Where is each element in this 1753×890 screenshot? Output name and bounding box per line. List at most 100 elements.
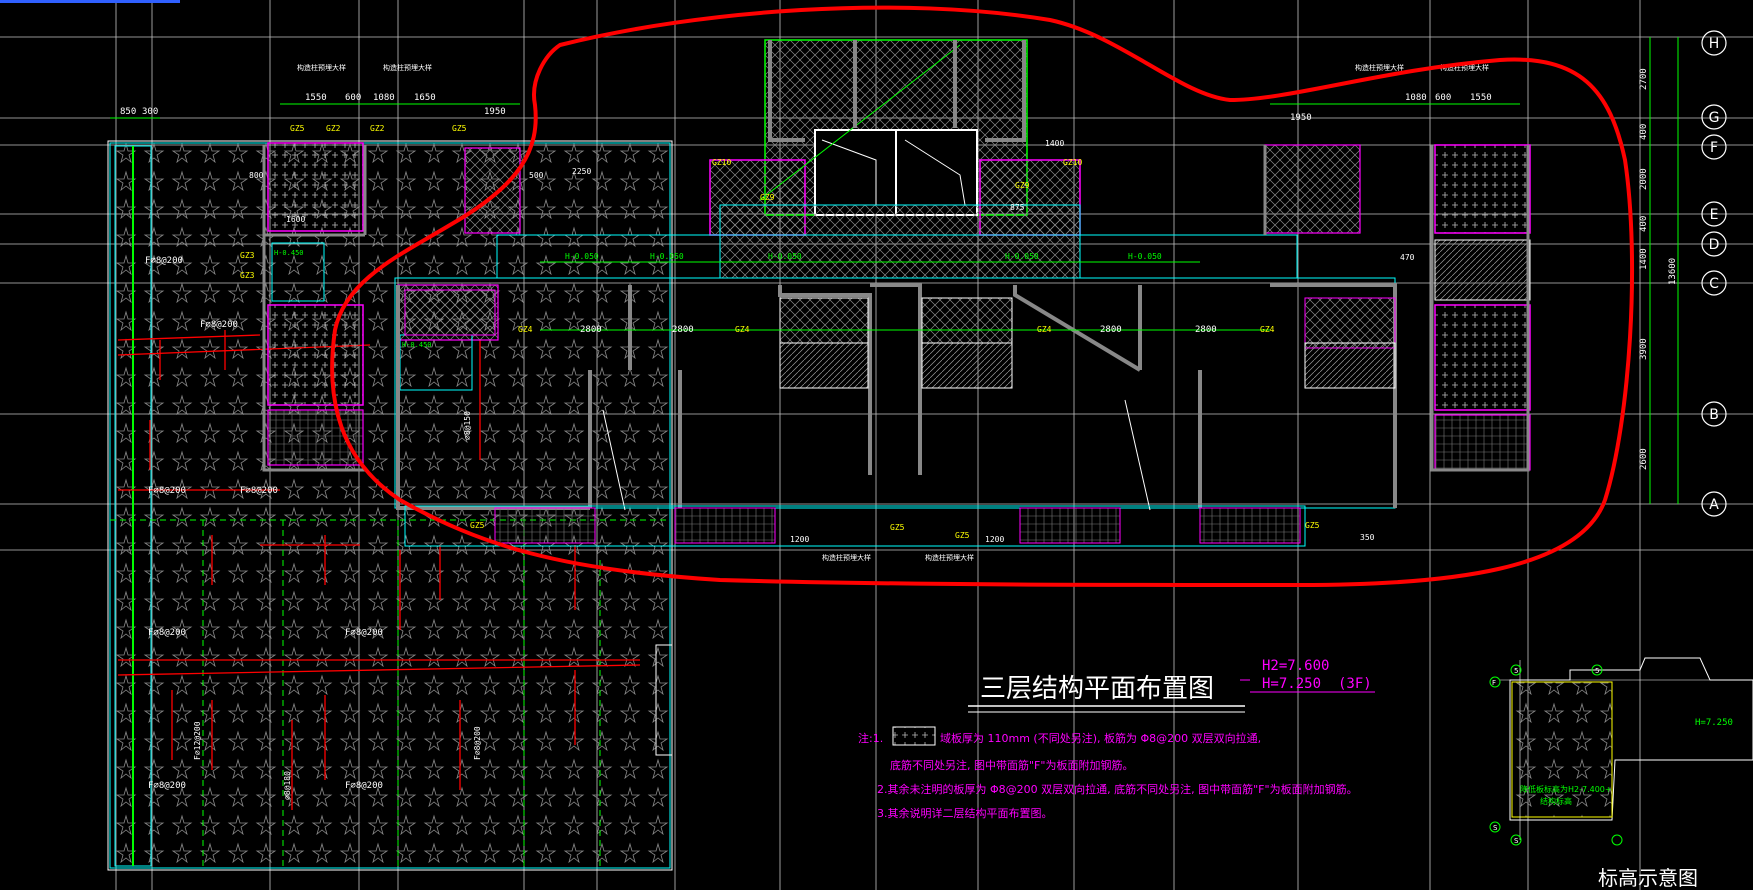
rebar-label: F⌀12@200 bbox=[193, 721, 202, 760]
elevation-h: H=7.250 bbox=[1262, 676, 1321, 692]
slab-level: H-0.050 bbox=[1128, 252, 1162, 261]
cad-drawing-canvas[interactable]: F⌀8@200 F⌀8@200 F⌀8@200 F⌀8@200 F⌀8@200 … bbox=[0, 0, 1753, 890]
svg-text:构造柱预埋大样: 构造柱预埋大样 bbox=[822, 553, 871, 562]
wall-mark: GZ5 bbox=[290, 124, 305, 133]
rebar-label: F⌀8@200 bbox=[200, 320, 238, 330]
dim-text: 875 bbox=[1010, 203, 1025, 212]
dim-text: 1950 bbox=[1290, 113, 1312, 123]
wall-mark: GZ9 bbox=[760, 193, 775, 202]
rebar-label: F⌀8@200 bbox=[145, 256, 183, 266]
wall-mark: GZ4 bbox=[518, 325, 533, 334]
bay-dim: 2800 bbox=[580, 325, 602, 335]
bay-dim: 2800 bbox=[672, 325, 694, 335]
dim-text: 1080 bbox=[373, 93, 395, 103]
side-dim: 3900 bbox=[1639, 338, 1649, 360]
slab-level: H-0.050 bbox=[650, 252, 684, 261]
key-plan-note: 降低板标高为H2-7.400+ bbox=[1520, 784, 1612, 794]
rebar-label: F⌀8@200 bbox=[148, 486, 186, 496]
notes-block: 注:1. 域板厚为 110mm (不同处另注), 板筋为 Φ8@200 双层双向… bbox=[858, 726, 1358, 820]
wall-mark: GZ5 bbox=[1305, 521, 1320, 530]
ui-edge-fragment bbox=[0, 0, 180, 3]
axis-label-E: E bbox=[1710, 207, 1719, 223]
axis-label-B: B bbox=[1709, 407, 1719, 423]
title-block: 三层结构平面布置图 H2=7.600 H=7.250 (3F) bbox=[968, 658, 1375, 713]
key-plan-title: 标高示意图 bbox=[1598, 866, 1698, 890]
notes-line1a: 域板厚为 110mm (不同处另注), 板筋为 Φ8@200 双层双向拉通, bbox=[940, 731, 1261, 745]
notes-label: 注:1. bbox=[858, 731, 883, 745]
wall-mark: GZ4 bbox=[1260, 325, 1275, 334]
dim-text: 350 bbox=[1360, 533, 1375, 542]
dim-text: 800 bbox=[249, 171, 264, 180]
dim-text: 2250 bbox=[572, 167, 591, 176]
axis-label-F: F bbox=[1710, 140, 1718, 156]
dim-text: 850 bbox=[120, 107, 136, 117]
wall-mark: GZ2 bbox=[326, 124, 341, 133]
dim-text: 1200 bbox=[985, 535, 1004, 544]
svg-text:构造柱预埋大样: 构造柱预埋大样 bbox=[1355, 63, 1404, 72]
wall-mark: GZ2 bbox=[370, 124, 385, 133]
rebar-label: F⌀8@200 bbox=[345, 628, 383, 638]
side-dim: 1400 bbox=[1639, 248, 1649, 270]
side-dim: 2600 bbox=[1639, 448, 1649, 470]
key-plan-h: H=7.250 bbox=[1695, 718, 1733, 728]
wall-mark: GZ5 bbox=[955, 531, 970, 540]
dim-text: 470 bbox=[1400, 253, 1415, 262]
slab-level: H-0.050 bbox=[565, 252, 599, 261]
rebar-label: F⌀8@200 bbox=[240, 486, 278, 496]
key-mark: S bbox=[1514, 837, 1519, 845]
dim-text: 1950 bbox=[484, 107, 506, 117]
wall-mark: GZ10 bbox=[1063, 158, 1082, 167]
rebar-label: F⌀8@200 bbox=[148, 781, 186, 791]
rebar-label: ⌀8@180 bbox=[283, 771, 292, 800]
dim-text: 1600 bbox=[286, 215, 305, 224]
side-dim: 400 bbox=[1639, 216, 1649, 232]
rebar-label: F⌀8@200 bbox=[473, 726, 482, 760]
key-plan-note2: 结构标高 bbox=[1540, 796, 1572, 806]
slab-level: H-0.050 bbox=[768, 252, 802, 261]
wall-mark: GZ5 bbox=[890, 523, 905, 532]
right-wing-rooms: 1950 1080 600 1550 构造柱预埋大样 构造柱预埋大样 bbox=[1263, 63, 1531, 472]
wall-mark: GZ3 bbox=[240, 251, 255, 260]
svg-text:构造柱预埋大样: 构造柱预埋大样 bbox=[297, 63, 346, 72]
bay-dim: 2800 bbox=[1100, 325, 1122, 335]
dim-text: 1200 bbox=[790, 535, 809, 544]
svg-text:构造柱预埋大样: 构造柱预埋大样 bbox=[925, 553, 974, 562]
axis-bubbles: H G F E D C B A 2700 400 2000 400 1400 3… bbox=[1639, 30, 1727, 517]
key-mark: 5 bbox=[1514, 667, 1518, 675]
dim-text: 300 bbox=[142, 107, 158, 117]
wall-mark: GZ4 bbox=[735, 325, 750, 334]
notes-line3: 3.其余说明详二层结构平面布置图。 bbox=[877, 806, 1053, 820]
notes-line2: 2.其余未注明的板厚为 Φ8@200 双层双向拉通, 底筋不同处另注, 图中带面… bbox=[877, 782, 1358, 796]
side-dim: 13600 bbox=[1668, 258, 1678, 285]
slab-level: H-0.050 bbox=[1005, 252, 1039, 261]
dim-text: 500 bbox=[529, 171, 544, 180]
wall-mark: GZ5 bbox=[470, 521, 485, 530]
elevation-h2: H2=7.600 bbox=[1262, 658, 1329, 674]
dim-text: 1650 bbox=[414, 93, 436, 103]
wall-mark: GZ3 bbox=[240, 271, 255, 280]
rebar-label: ⌀8@150 bbox=[463, 411, 472, 440]
axis-label-D: D bbox=[1709, 237, 1720, 253]
dim-text: 600 bbox=[345, 93, 361, 103]
central-core: GZ10 GZ10 GZ9 GZ9 1400 875 bbox=[709, 39, 1082, 279]
dim-text: 1550 bbox=[1470, 93, 1492, 103]
dim-text: 600 bbox=[1435, 93, 1451, 103]
wall-mark: GZ9 bbox=[1015, 181, 1030, 190]
axis-label-C: C bbox=[1709, 276, 1719, 292]
axis-label-H: H bbox=[1709, 36, 1720, 52]
slab-level: H-0.450 bbox=[402, 341, 432, 349]
key-mark: S bbox=[1493, 824, 1498, 832]
notes-line1b: 底筋不同处另注, 图中带面筋"F"为板面附加钢筋。 bbox=[890, 758, 1133, 772]
elevation-floor: (3F) bbox=[1338, 676, 1372, 692]
wall-mark: GZ5 bbox=[452, 124, 467, 133]
rebar-label: F⌀8@200 bbox=[345, 781, 383, 791]
axis-label-A: A bbox=[1709, 497, 1719, 513]
wall-mark: GZ10 bbox=[712, 158, 731, 167]
slab-level: H-0.450 bbox=[274, 249, 304, 257]
key-mark: F bbox=[1492, 679, 1496, 687]
side-dim: 400 bbox=[1639, 124, 1649, 140]
dim-text: 1400 bbox=[1045, 139, 1064, 148]
wall-mark: GZ4 bbox=[1037, 325, 1052, 334]
side-dim: 2000 bbox=[1639, 168, 1649, 190]
rebar-label: F⌀8@200 bbox=[148, 628, 186, 638]
